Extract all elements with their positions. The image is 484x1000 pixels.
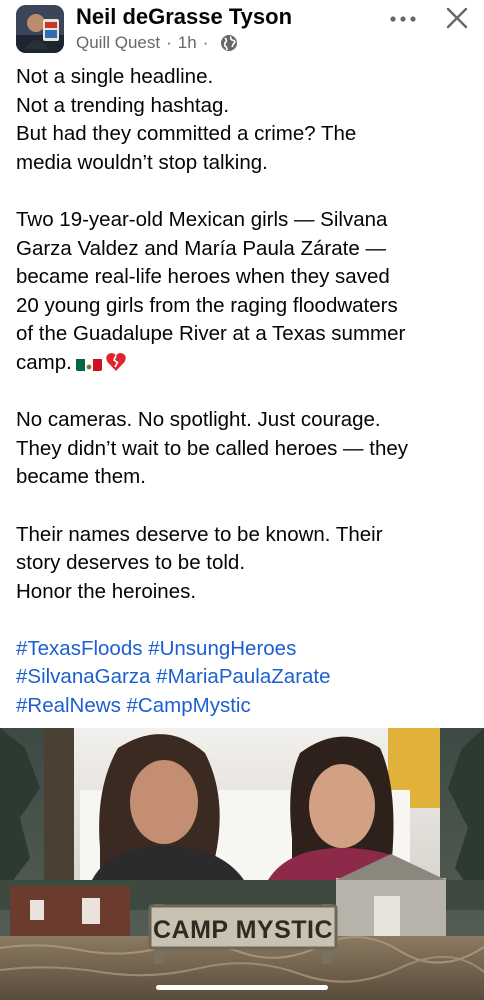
meta-separator: · [202, 33, 209, 52]
body-line: Not a single headline. [16, 65, 214, 88]
mexico-flag-icon [75, 355, 102, 371]
post-meta: Quill Quest · 1h · [76, 32, 238, 54]
hashtag-link[interactable]: #UnsungHeroes [148, 637, 296, 660]
body-line: But had they committed a crime? The [16, 122, 357, 146]
post-header: Neil deGrasse Tyson Quill Quest · 1h · [0, 0, 484, 62]
hashtag-line: #TexasFloods #UnsungHeroes [16, 635, 472, 664]
body-line: Two 19-year-old Mexican girls — Silvana [16, 207, 388, 231]
post-image[interactable]: CAMP MYSTIC [0, 728, 484, 1000]
body-line: Not a trending hashtag. [16, 93, 230, 117]
post-time[interactable]: 1h [178, 33, 197, 53]
body-line: story deserves to be told. [16, 551, 246, 575]
meta-separator: · [166, 33, 172, 52]
broken-heart-icon [105, 351, 127, 373]
post-body: Not a single headline. Not a trending ha… [16, 63, 472, 721]
body-line: They didn’t wait to be called heroes — t… [16, 436, 408, 460]
body-line: camp. [16, 350, 72, 374]
hashtag-link[interactable]: #CampMystic [127, 694, 251, 717]
hashtag-link[interactable]: #TexasFloods [16, 637, 142, 660]
body-line: became real-life heroes when they saved [16, 265, 390, 289]
body-line: media wouldn’t stop talking. [16, 150, 268, 174]
close-button[interactable] [443, 4, 471, 32]
globe-icon [220, 34, 238, 52]
body-line: Garza Valdez and María Paula Zárate — [16, 236, 386, 260]
more-options-button[interactable] [388, 6, 418, 32]
body-line-with-emoji: camp. [16, 349, 472, 378]
body-line: No cameras. No spotlight. Just courage. [16, 408, 381, 432]
author-avatar[interactable] [16, 5, 64, 53]
close-icon [446, 7, 468, 29]
body-line: became them. [16, 465, 146, 489]
sign-text: CAMP MYSTIC [152, 916, 334, 944]
hashtag-line: #RealNews #CampMystic [16, 692, 472, 721]
home-indicator[interactable] [156, 985, 328, 990]
hashtag-link[interactable]: #MariaPaulaZarate [156, 665, 330, 688]
body-line: Honor the heroines. [16, 579, 197, 603]
camp-photo-illustration [0, 728, 484, 1000]
hashtag-line: #SilvanaGarza #MariaPaulaZarate [16, 663, 472, 692]
body-line: of the Guadalupe River at a Texas summer [16, 322, 406, 346]
group-name[interactable]: Quill Quest [76, 33, 160, 53]
author-name[interactable]: Neil deGrasse Tyson [76, 4, 292, 30]
body-line: Their names deserve to be known. Their [16, 522, 383, 546]
body-line: 20 young girls from the raging floodwate… [16, 293, 398, 317]
hashtag-link[interactable]: #RealNews [16, 694, 121, 717]
hashtag-link[interactable]: #SilvanaGarza [16, 665, 150, 688]
